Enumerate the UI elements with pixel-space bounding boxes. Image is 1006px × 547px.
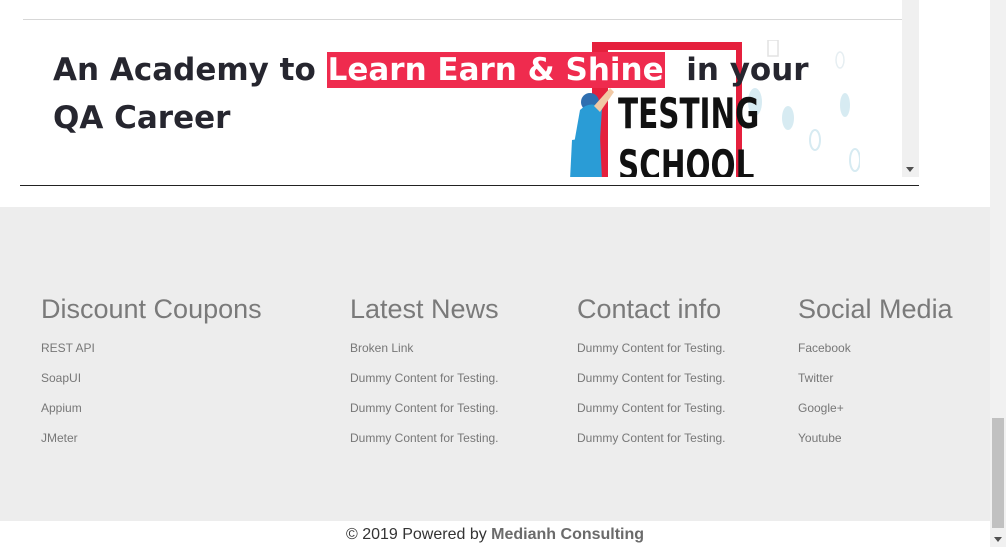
column-heading: Social Media bbox=[798, 294, 953, 324]
footer-column-social-media: Social Media Facebook Twitter Google+ Yo… bbox=[798, 291, 953, 459]
hero-heading: An Academy to Learn Earn & Shine in your… bbox=[53, 46, 843, 142]
footer-link[interactable]: Dummy Content for Testing. bbox=[577, 401, 726, 415]
footer-link[interactable]: Dummy Content for Testing. bbox=[577, 341, 726, 355]
footer-link[interactable]: SoapUI bbox=[41, 371, 81, 385]
copyright-text: © 2019 Powered by bbox=[345, 526, 492, 543]
footer-link-twitter[interactable]: Twitter bbox=[798, 371, 833, 385]
column-heading: Latest News bbox=[350, 294, 499, 324]
cut-off-paragraph bbox=[60, 171, 820, 177]
footer-column-contact-info: Contact info Dummy Content for Testing. … bbox=[577, 291, 726, 459]
page-scrollbar[interactable] bbox=[990, 0, 1006, 547]
column-heading: Discount Coupons bbox=[41, 294, 262, 324]
footer-column-discount-coupons: Discount Coupons REST API SoapUI Appium … bbox=[41, 291, 262, 459]
footer-column-latest-news: Latest News Broken Link Dummy Content fo… bbox=[350, 291, 499, 459]
footer-link-youtube[interactable]: Youtube bbox=[798, 431, 842, 445]
iframe-scrollbar[interactable] bbox=[902, 0, 919, 177]
iframe-content: TESTING SCHOOL An Academy to Learn Earn … bbox=[20, 0, 902, 177]
footer-link[interactable]: JMeter bbox=[41, 431, 78, 445]
scroll-down-arrow-icon[interactable] bbox=[994, 537, 1002, 542]
footer-link[interactable]: Dummy Content for Testing. bbox=[577, 371, 726, 385]
footer-link[interactable]: Dummy Content for Testing. bbox=[350, 431, 499, 445]
iframe-border bbox=[20, 185, 919, 186]
scrollbar-thumb[interactable] bbox=[992, 418, 1004, 528]
copyright-bar: © 2019 Powered by Medianh Consulting bbox=[0, 522, 990, 547]
hero-title-before: An Academy to bbox=[53, 52, 327, 88]
footer-link-google-plus[interactable]: Google+ bbox=[798, 401, 844, 415]
scroll-down-arrow-icon[interactable] bbox=[906, 167, 914, 172]
footer-link[interactable]: Dummy Content for Testing. bbox=[350, 371, 499, 385]
hero-title-highlight: Learn Earn & Shine bbox=[326, 52, 665, 88]
footer-link[interactable]: Appium bbox=[41, 401, 82, 415]
footer-link[interactable]: Dummy Content for Testing. bbox=[350, 401, 499, 415]
embedded-iframe[interactable]: TESTING SCHOOL An Academy to Learn Earn … bbox=[20, 0, 919, 186]
footer-link[interactable]: Broken Link bbox=[350, 341, 413, 355]
footer: Discount Coupons REST API SoapUI Appium … bbox=[0, 207, 990, 521]
brand-link[interactable]: Medianh Consulting bbox=[491, 526, 644, 543]
divider bbox=[23, 19, 902, 20]
column-heading: Contact info bbox=[577, 294, 722, 324]
footer-link[interactable]: REST API bbox=[41, 341, 95, 355]
footer-link-facebook[interactable]: Facebook bbox=[798, 341, 851, 355]
footer-link[interactable]: Dummy Content for Testing. bbox=[577, 431, 726, 445]
